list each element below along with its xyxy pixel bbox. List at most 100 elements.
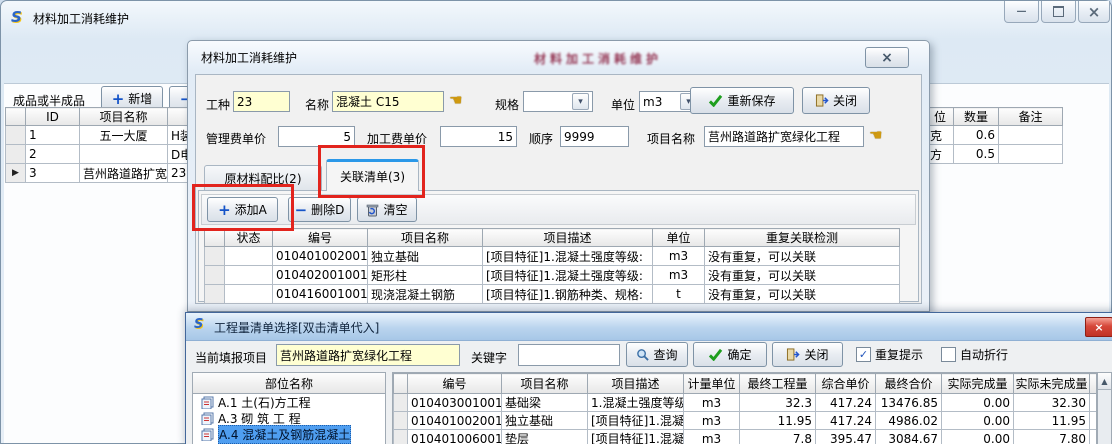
plus-icon: + (112, 94, 125, 104)
scroll-up-button[interactable]: ▲ (1098, 373, 1111, 390)
minimize-icon: — (1017, 6, 1027, 17)
proc-fee-input[interactable]: 15 (440, 126, 517, 147)
checkbox-checked-icon[interactable]: ✓ (856, 347, 871, 362)
list-doc-icon (201, 428, 215, 441)
list-doc-icon (201, 412, 215, 425)
spec-combobox[interactable]: ▾ (523, 91, 593, 112)
close-icon: × (881, 50, 893, 66)
tree-item-a1[interactable]: A.1 土(石)方工程 (193, 394, 385, 410)
table-row[interactable]: 010416001001 现浇混凝土钢筋 [项目特征]1.钢筋种类、规格: t … (205, 285, 900, 304)
boq-table-viewport: 编号 项目名称 项目描述 计量单位 最终工程量 综合单价 最终合价 实际完成量 … (392, 372, 1097, 444)
col-unit: 计量单位 (684, 374, 740, 394)
autowrap-checkbox[interactable]: 自动折行 (941, 346, 1008, 363)
dialog-title: 材料加工消耗维护 (201, 49, 297, 66)
autowrap-label: 自动折行 (960, 346, 1008, 363)
col-status: 状态 (225, 229, 273, 247)
name-label: 名称 (305, 96, 329, 113)
app-logo-icon: S (194, 317, 203, 332)
boq-table: 编号 项目名称 项目描述 计量单位 最终工程量 综合单价 最终合价 实际完成量 … (393, 373, 1097, 444)
col-name: 项目名称 (502, 374, 588, 394)
project-name-input[interactable]: 莒州路道路扩宽绿化工程 (704, 126, 864, 147)
screen: S 材料加工消耗维护 — × 成品或半成品 + 新增 − 删除 (0, 0, 1112, 444)
delete-list-button[interactable]: − 删除D (288, 197, 351, 222)
tree-item-a4[interactable]: A.4 混凝土及钢筋混凝土 (193, 426, 385, 442)
col-desc: 项目描述 (483, 229, 653, 247)
row-marker: ▶ (6, 164, 26, 183)
dup-hint-checkbox[interactable]: ✓ 重复提示 (856, 346, 923, 363)
chevron-down-icon[interactable]: ▾ (572, 93, 589, 110)
door-icon (815, 94, 829, 107)
table-row[interactable]: 方 0.5 (927, 145, 1063, 164)
col-note: 备注 (999, 108, 1063, 126)
section-tree: 部位名称 A.1 土(石)方工程 A.3 砌 筑 工 程 (192, 372, 386, 444)
col-unit-partial: 位 (927, 108, 954, 126)
table-row[interactable]: 010402001001 矩形柱 [项目特征]1.混凝土强度等级: m3 没有重… (205, 266, 900, 285)
dialog-body: 工种 23 名称 混凝土 C15 ☚ 规格 ▾ 单位 m3 ▾ 重新保存 (195, 74, 922, 304)
clear-button-label: 清空 (383, 201, 407, 218)
door-icon (786, 348, 800, 361)
annotation-rect-add (192, 184, 294, 231)
order-input[interactable]: 9999 (560, 126, 629, 147)
table-row[interactable]: 010403001001 基础梁 1.混凝土强度等级:C m3 32.3 417… (394, 394, 1098, 412)
table-row[interactable]: 010401002001 独立基础 [项目特征]1.混凝土强度等级: m3 没有… (205, 247, 900, 266)
scroll-up-icon: ▲ (1101, 377, 1107, 386)
project-name-label: 项目名称 (647, 130, 695, 147)
worktype-input[interactable]: 23 (233, 91, 290, 112)
dialog-close-action-button[interactable]: 关闭 (802, 87, 870, 114)
query-button[interactable]: 查询 (626, 342, 688, 367)
col-marker (6, 108, 26, 126)
close-icon: × (1088, 3, 1101, 21)
col-final-qty: 最终工程量 (740, 374, 816, 394)
hand-picker-icon[interactable]: ☚ (449, 91, 462, 109)
check-icon (708, 348, 723, 361)
save-button[interactable]: 重新保存 (690, 87, 794, 114)
dialog-close-button[interactable]: × (865, 47, 909, 68)
col-desc: 项目描述 (588, 374, 684, 394)
checkbox-unchecked-icon[interactable] (941, 347, 956, 362)
row-marker (6, 126, 26, 145)
name-input[interactable]: 混凝土 C15 (332, 91, 444, 112)
close-icon: × (1094, 321, 1103, 334)
table-row[interactable]: 010401002001 独立基础 [项目特征]1.混凝土 m3 11.95 4… (394, 412, 1098, 430)
minimize-button[interactable]: — (1004, 1, 1039, 23)
material-dialog: 材料加工消耗维护 材料加工消耗维护 × 工种 23 名称 混凝土 C15 ☚ 规… (187, 40, 930, 312)
col-done-qty: 实际完成量 (942, 374, 1014, 394)
picker-titlebar: S 工程量清单选择[双击清单代入] × (186, 313, 1112, 341)
clear-button[interactable]: 清空 (357, 197, 417, 222)
col-remain-qty: 实际未完成量 (1014, 374, 1090, 394)
hand-picker-icon[interactable]: ☚ (869, 126, 882, 144)
save-button-label: 重新保存 (727, 92, 775, 109)
col-id: ID (26, 108, 80, 126)
current-project-input[interactable]: 莒州路道路扩宽绿化工程 (276, 344, 460, 366)
mgmt-fee-label: 管理费单价 (206, 130, 266, 147)
table-row[interactable]: 克 0.6 (927, 126, 1063, 145)
vertical-scrollbar[interactable]: ▲ (1097, 372, 1112, 444)
list-doc-icon (201, 396, 215, 409)
app-logo-icon: S (11, 8, 22, 26)
query-button-label: 查询 (653, 346, 677, 363)
watermark: 材料加工消耗维护 (483, 50, 713, 67)
col-clipped: 施 (1090, 374, 1098, 394)
boq-picker-dialog: S 工程量清单选择[双击清单代入] × 当前填报项目 莒州路道路扩宽绿化工程 关… (185, 312, 1112, 444)
table-row[interactable]: 010401006001 垫层 [项目特征]1.混凝土 m3 7.8 395.4… (394, 430, 1098, 444)
spec-label: 规格 (495, 96, 519, 113)
picker-close-button[interactable]: × (1085, 317, 1112, 337)
add-button-label: 新增 (128, 90, 152, 107)
ok-button[interactable]: 确定 (693, 342, 767, 367)
mgmt-fee-input[interactable]: 5 (278, 126, 355, 147)
keyword-input[interactable] (518, 344, 620, 366)
col-code: 编号 (408, 374, 502, 394)
delete-list-button-label: 删除D (311, 201, 344, 218)
close-button-label: 关闭 (833, 92, 857, 109)
close-button[interactable]: × (1078, 1, 1110, 23)
current-project-label: 当前填报项目 (195, 349, 267, 366)
check-icon (708, 94, 723, 107)
annotation-rect-tab (318, 145, 425, 198)
maximize-button[interactable] (1041, 1, 1076, 23)
col-qty: 数量 (954, 108, 999, 126)
ok-button-label: 确定 (727, 346, 751, 363)
col-code: 编号 (273, 229, 368, 247)
linked-list-table: 状态 编号 项目名称 项目描述 单位 重复关联检测 010401002001 独… (204, 228, 900, 304)
keyword-label: 关键字 (471, 349, 507, 366)
picker-close-action-button[interactable]: 关闭 (772, 342, 843, 367)
